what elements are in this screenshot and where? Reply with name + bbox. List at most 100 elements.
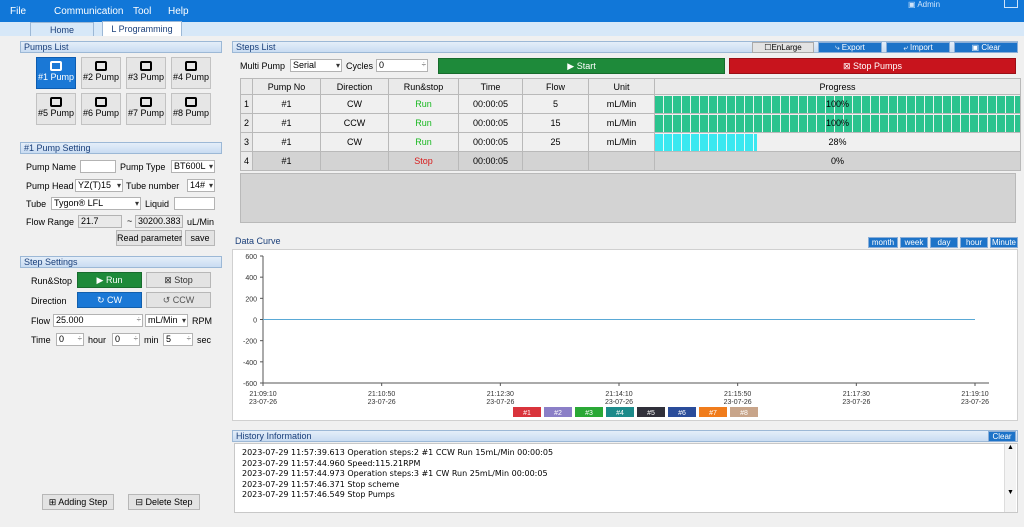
clear-history-button[interactable]: Clear bbox=[988, 431, 1016, 442]
range-hour-button[interactable]: hour bbox=[960, 237, 988, 248]
steps-empty-area bbox=[240, 173, 1016, 223]
cycles-input[interactable]: 0 bbox=[376, 59, 428, 72]
history-scrollbar[interactable]: ▲ ▼ bbox=[1004, 444, 1016, 512]
table-row[interactable]: 4 #1 Stop 00:00:05 0% bbox=[240, 151, 1021, 171]
pump-button-5[interactable]: #5 Pump bbox=[36, 93, 76, 125]
row-index-header bbox=[240, 78, 253, 95]
pump-name-input[interactable] bbox=[80, 160, 116, 173]
clear-steps-button[interactable]: ▣ Clear bbox=[954, 42, 1018, 53]
min-input[interactable]: 0 bbox=[112, 333, 140, 346]
history-line: 2023-07-29 11:57:39.613 Operation steps:… bbox=[242, 448, 554, 457]
pump-icon bbox=[95, 97, 107, 107]
tube-number-select[interactable]: 14# bbox=[187, 179, 215, 192]
menu-tool[interactable]: Tool bbox=[133, 6, 151, 17]
chart-area: 600 400 200 0 -200 -400 -600 21:09:10 23-07-26 21… bbox=[232, 249, 1018, 421]
multi-pump-label: Multi Pump bbox=[240, 61, 286, 71]
pump-button-6[interactable]: #6 Pump bbox=[81, 93, 121, 125]
cell-unit: mL/Min bbox=[588, 94, 655, 114]
window-control-icon[interactable] bbox=[1004, 0, 1018, 8]
start-button[interactable]: ▶ Start bbox=[438, 58, 725, 74]
cell-pump: #1 bbox=[252, 113, 321, 133]
hour-input[interactable]: 0 bbox=[56, 333, 84, 346]
play-icon: ▶ bbox=[567, 61, 577, 71]
menu-file[interactable]: File bbox=[10, 6, 26, 17]
user-icon: ▣ bbox=[908, 0, 918, 9]
range-week-button[interactable]: week bbox=[900, 237, 928, 248]
pump-button-2[interactable]: #2 Pump bbox=[81, 57, 121, 89]
tab-l-programming[interactable]: L Programming bbox=[102, 21, 182, 36]
run-button[interactable]: ▶ Run bbox=[77, 272, 142, 288]
flow-input[interactable]: 25.000 bbox=[53, 314, 143, 327]
cell-unit: mL/Min bbox=[588, 113, 655, 133]
legend-label: #4 bbox=[616, 410, 624, 417]
progress-text: 100% bbox=[825, 117, 850, 128]
cw-button[interactable]: ↻ CW bbox=[77, 292, 142, 308]
export-button[interactable]: ⤷ Export bbox=[818, 42, 882, 53]
cell-run: Run bbox=[388, 94, 459, 114]
flow-label: Flow bbox=[31, 316, 51, 326]
x-tick-time: 21:15:50 bbox=[724, 391, 751, 398]
legend-label: #3 bbox=[585, 410, 593, 417]
x-tick-date: 23-07-26 bbox=[961, 399, 989, 406]
pump-button-7[interactable]: #7 Pump bbox=[126, 93, 166, 125]
cell-run: Stop bbox=[388, 151, 459, 171]
enlarge-button[interactable]: ☐EnLarge bbox=[752, 42, 814, 53]
pump-button-3[interactable]: #3 Pump bbox=[126, 57, 166, 89]
legend-label: #8 bbox=[740, 410, 748, 417]
flow-range-separator: ~ bbox=[127, 216, 133, 226]
pump-button-1[interactable]: #1 Pump bbox=[36, 57, 76, 89]
stop-button[interactable]: ⊠ Stop bbox=[146, 272, 211, 288]
cell-flow: 5 bbox=[522, 94, 589, 114]
import-button[interactable]: ⤶ Import bbox=[886, 42, 950, 53]
progress-text: 28% bbox=[828, 136, 847, 147]
history-line: 2023-07-29 11:57:46.549 Stop Pumps bbox=[242, 490, 395, 499]
x-tick-time: 21:19:10 bbox=[961, 391, 988, 398]
menu-communication[interactable]: Communication bbox=[54, 6, 123, 17]
scroll-up-icon[interactable]: ▲ bbox=[1005, 444, 1016, 451]
run-icon: ▶ bbox=[96, 275, 106, 285]
table-row[interactable]: 2 #1 CCW Run 00:00:05 15 mL/Min 100% bbox=[240, 113, 1021, 133]
pump-head-select[interactable]: YZ(T)15 bbox=[75, 179, 123, 192]
range-minute-button[interactable]: Minute bbox=[990, 237, 1018, 248]
pump-button-8[interactable]: #8 Pump bbox=[171, 93, 211, 125]
menu-bar: File Communication Tool Help ▣ Admin bbox=[0, 0, 1024, 22]
adding-step-button[interactable]: ⊞ Adding Step bbox=[42, 494, 114, 510]
cell-pump: #1 bbox=[252, 94, 321, 114]
pump-label: #4 Pump bbox=[172, 72, 210, 82]
save-button[interactable]: save bbox=[185, 230, 215, 246]
range-day-button[interactable]: day bbox=[930, 237, 958, 248]
menu-help[interactable]: Help bbox=[168, 6, 189, 17]
cell-run: Run bbox=[388, 132, 459, 152]
liquid-input[interactable] bbox=[174, 197, 215, 210]
tab-home[interactable]: Home bbox=[30, 22, 94, 36]
tube-select[interactable]: Tygon® LFL bbox=[51, 197, 141, 210]
stop-pumps-button[interactable]: ⊠ Stop Pumps bbox=[729, 58, 1016, 74]
hour-label: hour bbox=[88, 335, 107, 345]
scroll-down-icon[interactable]: ▼ bbox=[1005, 489, 1016, 496]
read-parameter-button[interactable]: Read parameter bbox=[116, 230, 182, 246]
y-tick-label: -200 bbox=[243, 339, 257, 346]
pump-type-select[interactable]: BT600L bbox=[171, 160, 215, 173]
pump-button-4[interactable]: #4 Pump bbox=[171, 57, 211, 89]
table-row[interactable]: 3 #1 CW Run 00:00:05 25 mL/Min 28% bbox=[240, 132, 1021, 152]
flow-unit-select[interactable]: mL/Min bbox=[145, 314, 188, 327]
plus-icon: ⊞ bbox=[48, 497, 59, 507]
x-tick-time: 21:14:10 bbox=[605, 391, 632, 398]
flow-range-label: Flow Range bbox=[26, 217, 75, 227]
x-tick-time: 21:10:50 bbox=[368, 391, 395, 398]
ccw-button[interactable]: ↺ CCW bbox=[146, 292, 211, 308]
col-time: Time bbox=[458, 78, 523, 95]
pump-label: #2 Pump bbox=[82, 72, 120, 82]
cell-time: 00:00:05 bbox=[458, 132, 523, 152]
range-month-button[interactable]: month bbox=[868, 237, 898, 248]
progress-bar: 100% bbox=[655, 95, 1020, 113]
cell-direction: CW bbox=[320, 94, 389, 114]
mode-select[interactable]: Serial bbox=[290, 59, 342, 72]
delete-step-button[interactable]: ⊟ Delete Step bbox=[128, 494, 200, 510]
table-row[interactable]: 1 #1 CW Run 00:00:05 5 mL/Min 100% bbox=[240, 94, 1021, 114]
sec-input[interactable]: 5 bbox=[163, 333, 193, 346]
stop-icon: ⊠ bbox=[164, 275, 175, 285]
col-unit: Unit bbox=[588, 78, 655, 95]
cell-time: 00:00:05 bbox=[458, 151, 523, 171]
legend-label: #2 bbox=[554, 410, 562, 417]
